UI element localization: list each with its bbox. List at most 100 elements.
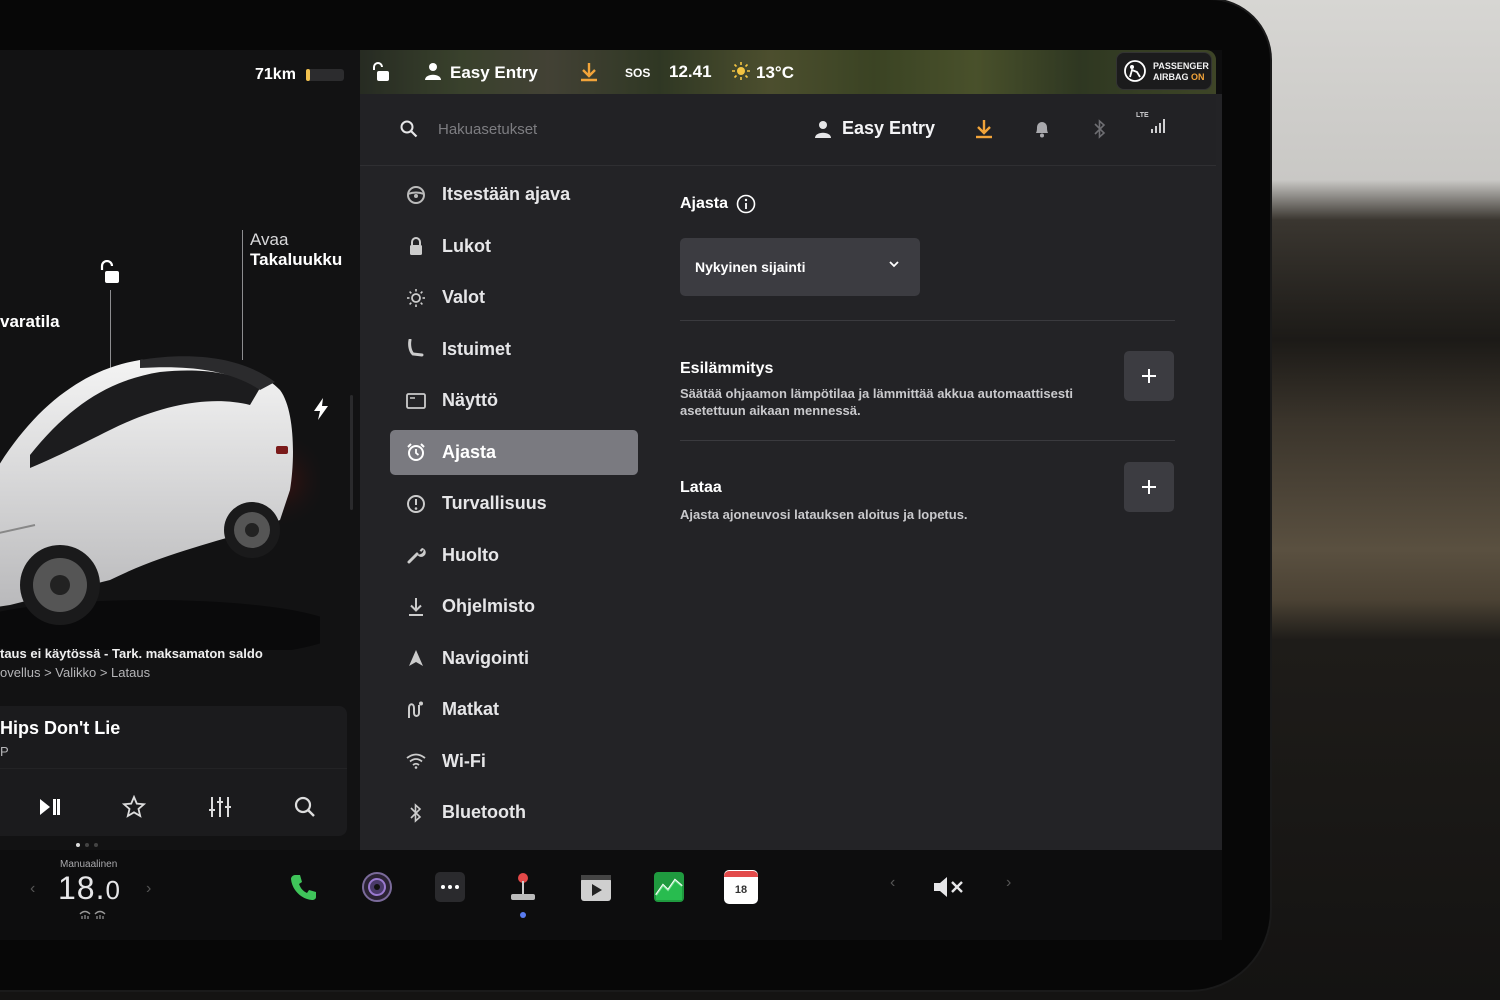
header-profile-button[interactable]: Easy Entry xyxy=(814,118,935,139)
user-icon xyxy=(425,63,441,80)
menu-item-seats[interactable]: Istuimet xyxy=(390,327,638,372)
play-pause-button[interactable] xyxy=(34,792,64,822)
battery-fill xyxy=(306,69,310,81)
software-update-icon[interactable] xyxy=(580,62,598,87)
trunk-leader-line xyxy=(242,230,243,360)
navigation-icon xyxy=(406,648,426,668)
media-search-button[interactable] xyxy=(290,792,320,822)
camera-app[interactable] xyxy=(360,870,394,904)
search-icon xyxy=(400,120,418,138)
settings-search-input[interactable] xyxy=(438,116,738,142)
energy-app[interactable] xyxy=(652,870,686,904)
menu-item-trips[interactable]: Matkat xyxy=(390,687,638,732)
bottom-dock: ‹ Manuaalinen 18.0 › 18 ‹ › xyxy=(0,850,1222,940)
wrench-icon xyxy=(406,545,426,565)
airbag-label: PASSENGER xyxy=(1153,61,1209,71)
charge-schedule-description: Ajasta ajoneuvosi latauksen aloitus ja l… xyxy=(680,507,968,522)
car-model-image xyxy=(0,356,320,650)
joystick-icon xyxy=(511,873,535,900)
lock-status-icon[interactable] xyxy=(370,62,390,87)
lock-icon xyxy=(406,236,426,256)
menu-item-navigation[interactable]: Navigointi xyxy=(390,636,638,681)
climate-mode-label: Manuaalinen xyxy=(60,859,118,870)
theater-icon xyxy=(581,875,611,901)
temp-down-arrow[interactable]: ‹ xyxy=(30,880,35,898)
theater-app[interactable] xyxy=(579,870,613,904)
temp-up-arrow[interactable]: › xyxy=(146,880,151,898)
safety-icon xyxy=(406,494,426,514)
song-artist: P xyxy=(0,744,9,759)
camera-icon xyxy=(362,872,392,902)
charge-schedule-title: Lataa xyxy=(680,479,722,496)
volume-down-arrow[interactable]: ‹ xyxy=(890,874,895,892)
sos-indicator[interactable]: SOS xyxy=(625,66,650,80)
status-profile[interactable]: Easy Entry xyxy=(424,62,538,83)
bell-icon[interactable] xyxy=(1031,118,1053,140)
section-divider xyxy=(680,440,1175,441)
info-icon[interactable] xyxy=(736,194,756,214)
schedule-title: Ajasta xyxy=(680,194,1175,214)
open-trunk-label: Avaa xyxy=(250,230,289,249)
energy-chart-icon xyxy=(654,872,684,902)
range-readout: 71km xyxy=(255,66,296,83)
phone-app[interactable] xyxy=(287,870,321,904)
favorite-button[interactable] xyxy=(119,792,149,822)
cabin-temperature[interactable]: 18.0 xyxy=(58,870,121,907)
mute-button[interactable] xyxy=(932,870,966,904)
lte-label: LTE xyxy=(1136,112,1149,119)
weather: 13°C xyxy=(732,62,794,83)
plus-icon xyxy=(1142,480,1156,494)
settings-header: Easy Entry LTE xyxy=(360,94,1216,166)
display-icon xyxy=(406,391,426,411)
charging-alert-path: ovellus > Valikko > Lataus xyxy=(0,665,151,680)
play-pause-icon xyxy=(40,799,60,815)
menu-item-safety[interactable]: Turvallisuus xyxy=(390,481,638,526)
menu-item-display[interactable]: Näyttö xyxy=(390,378,638,423)
more-apps[interactable] xyxy=(433,870,467,904)
menu-item-wifi[interactable]: Wi-Fi xyxy=(390,739,638,784)
light-icon xyxy=(406,288,426,308)
battery-indicator xyxy=(306,69,344,81)
bluetooth-icon xyxy=(406,802,426,823)
more-icon xyxy=(435,872,465,902)
menu-item-schedule[interactable]: Ajasta xyxy=(390,429,638,475)
airbag-icon xyxy=(1124,60,1146,82)
header-update-icon[interactable] xyxy=(973,118,995,140)
arcade-app[interactable] xyxy=(506,870,540,904)
touchscreen: 71km Avaa Takaluukku varatila taus ei kä… xyxy=(0,50,1222,940)
user-icon xyxy=(815,120,831,138)
volume-up-arrow[interactable]: › xyxy=(1006,874,1011,892)
signal-strength-icon xyxy=(1148,114,1170,136)
sun-icon xyxy=(732,62,750,80)
menu-item-service[interactable]: Huolto xyxy=(390,533,638,578)
download-icon xyxy=(406,597,426,617)
menu-item-bluetooth[interactable]: Bluetooth xyxy=(390,790,638,835)
status-profile-name: Easy Entry xyxy=(450,63,538,82)
frunk-label[interactable]: varatila xyxy=(0,312,60,332)
calendar-app[interactable]: 18 xyxy=(724,870,758,904)
car-pane-scrollbar[interactable] xyxy=(350,395,353,510)
equalizer-button[interactable] xyxy=(205,792,235,822)
menu-item-lights[interactable]: Valot xyxy=(390,275,638,320)
add-preheat-button[interactable] xyxy=(1124,351,1174,401)
star-icon xyxy=(122,795,146,818)
preheat-description: Säätää ohjaamon lämpötilaa ja lämmittää … xyxy=(680,386,1074,418)
menu-item-autopilot[interactable]: Itsestään ajava xyxy=(390,172,638,217)
bluetooth-status-icon[interactable] xyxy=(1089,118,1111,140)
schedule-content: Ajasta Nykyinen sijainti Esilämmitys Sää… xyxy=(680,194,1175,522)
seat-icon xyxy=(406,339,426,359)
search-icon xyxy=(294,796,315,817)
preheat-title: Esilämmitys xyxy=(680,360,774,377)
unlock-icon[interactable] xyxy=(97,259,121,291)
clock: 12.41 xyxy=(669,62,712,81)
open-trunk-button[interactable]: Avaa Takaluukku xyxy=(250,230,342,270)
add-charge-schedule-button[interactable] xyxy=(1124,462,1174,512)
wifi-icon xyxy=(406,751,426,771)
media-divider xyxy=(0,768,347,769)
location-dropdown[interactable]: Nykyinen sijainti xyxy=(680,238,920,296)
defrost-icon[interactable] xyxy=(78,908,108,920)
menu-item-locks[interactable]: Lukot xyxy=(390,224,638,269)
charging-alert-message: taus ei käytössä - Tark. maksamaton sald… xyxy=(0,646,263,661)
menu-item-software[interactable]: Ohjelmisto xyxy=(390,584,638,629)
plus-icon xyxy=(1142,369,1156,383)
